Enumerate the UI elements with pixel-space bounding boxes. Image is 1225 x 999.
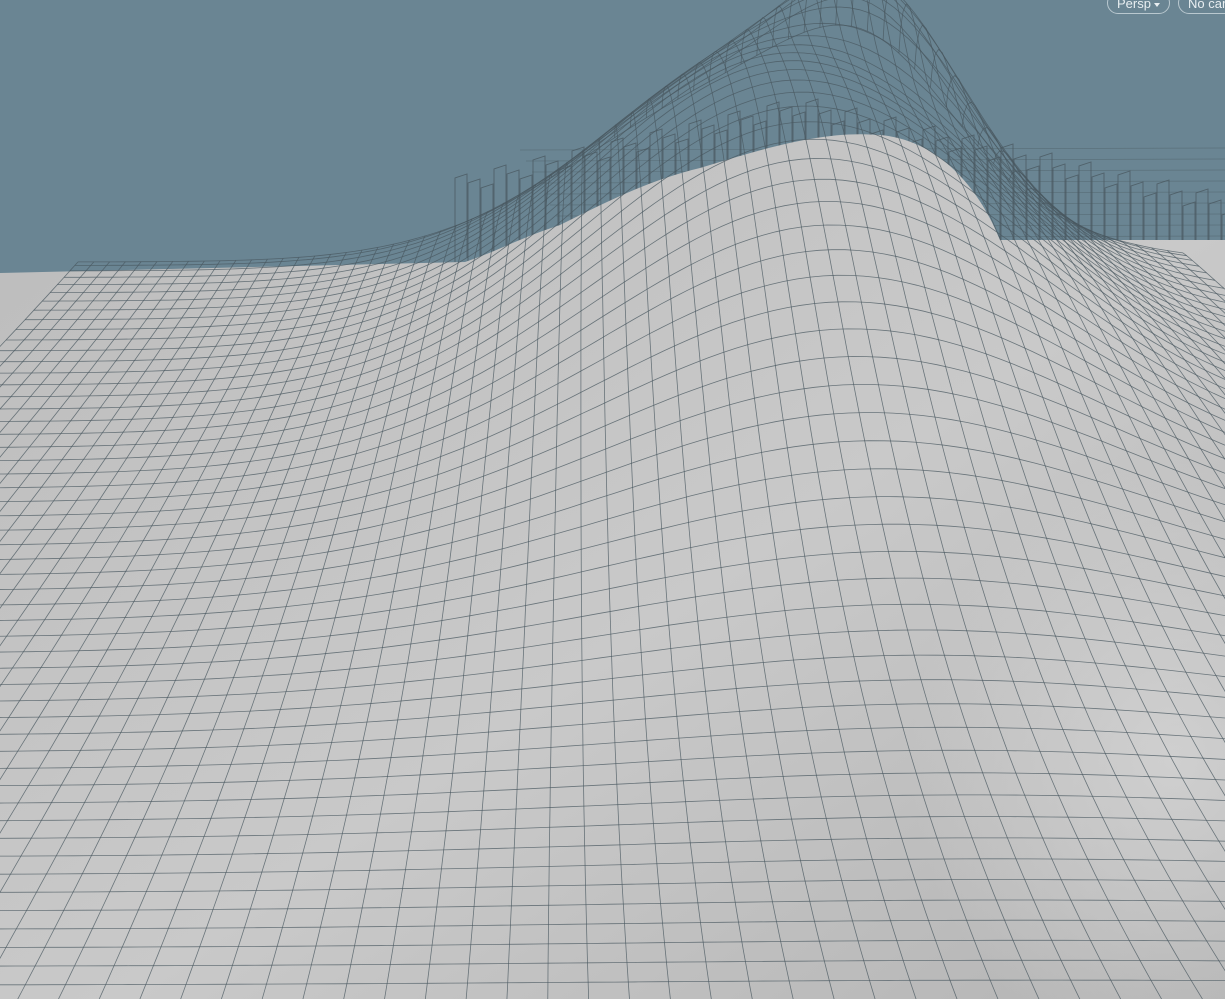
chevron-down-icon bbox=[1153, 2, 1160, 7]
view-type-label: Persp bbox=[1117, 0, 1151, 11]
view-type-menu[interactable]: Persp bbox=[1107, 0, 1170, 14]
camera-menu[interactable]: No cam bbox=[1178, 0, 1225, 14]
3d-viewport[interactable]: Persp No cam bbox=[0, 0, 1225, 999]
terrain-scene[interactable] bbox=[0, 0, 1225, 999]
camera-menu-label: No cam bbox=[1188, 0, 1225, 11]
